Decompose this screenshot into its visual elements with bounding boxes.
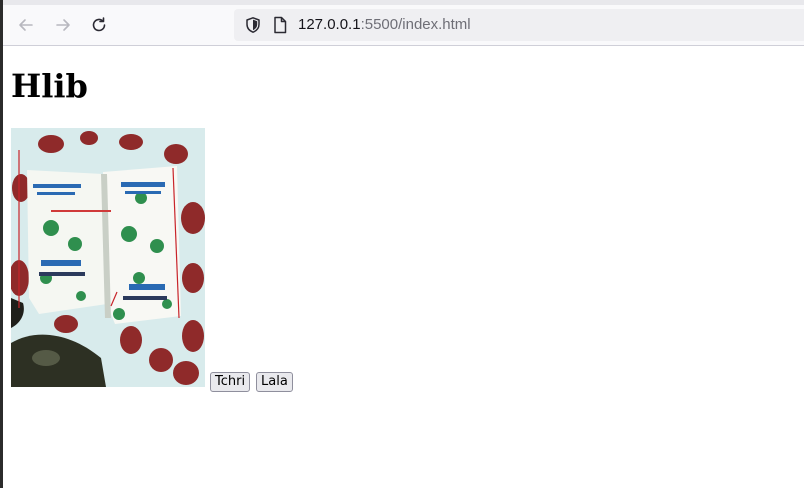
tab-strip-edge <box>3 0 804 5</box>
browser-toolbar: 127.0.0.1:5500/index.html <box>3 0 804 46</box>
forward-button[interactable] <box>50 12 76 38</box>
reload-button[interactable] <box>86 12 112 38</box>
url-text[interactable]: 127.0.0.1:5500/index.html <box>298 15 471 35</box>
milk-bags-photo <box>11 128 205 387</box>
lala-button[interactable]: Lala <box>256 372 293 392</box>
url-host: 127.0.0.1 <box>298 16 361 33</box>
page-icon[interactable] <box>272 16 288 34</box>
page-content: Hlib Tchri Lala <box>3 46 804 488</box>
shield-icon[interactable] <box>244 16 262 34</box>
reload-icon <box>92 17 106 32</box>
arrow-right-icon <box>56 19 70 31</box>
page-heading: Hlib <box>11 67 88 105</box>
back-button[interactable] <box>13 12 39 38</box>
address-bar[interactable]: 127.0.0.1:5500/index.html <box>234 9 804 41</box>
url-path: :5500/index.html <box>360 16 471 33</box>
milk-bags-illustration <box>11 128 205 387</box>
arrow-left-icon <box>19 19 33 31</box>
tchri-button[interactable]: Tchri <box>210 372 251 392</box>
